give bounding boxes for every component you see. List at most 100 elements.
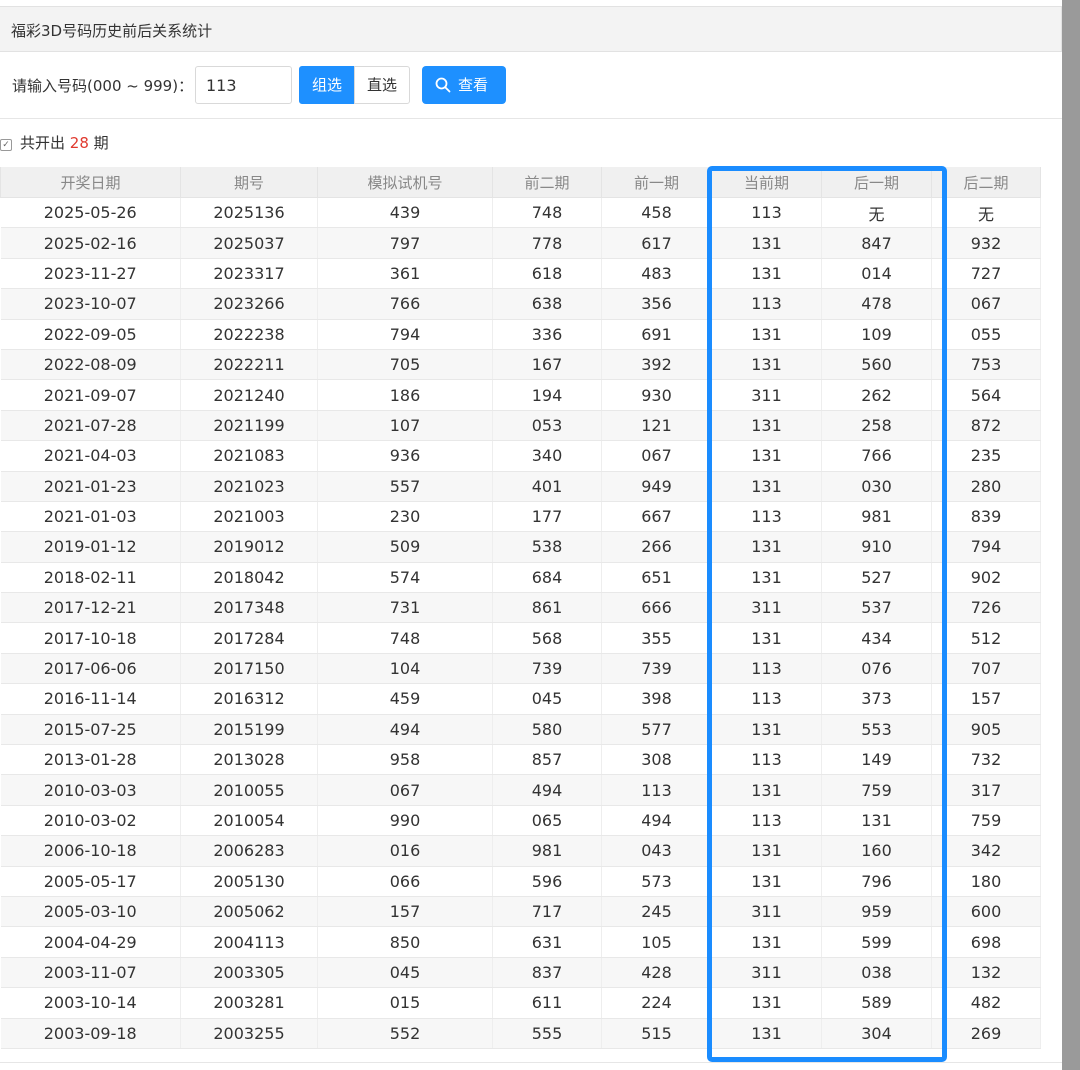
table-cell: 850 xyxy=(317,926,493,958)
table-cell: 无 xyxy=(931,197,1041,229)
table-cell: 766 xyxy=(317,288,493,320)
table-cell: 2022211 xyxy=(180,349,318,381)
table-cell: 2006-10-18 xyxy=(0,835,181,867)
table-cell: 2003305 xyxy=(180,957,318,989)
table-row: 2006-10-18 2006283 016 981 043 131 160 342 xyxy=(0,835,1041,867)
table-cell: 600 xyxy=(931,896,1041,928)
table-cell: 131 xyxy=(821,805,932,837)
table-cell: 564 xyxy=(931,379,1041,411)
table-cell: 2003281 xyxy=(180,987,318,1019)
table-cell: 157 xyxy=(931,683,1041,715)
table-cell: 2004113 xyxy=(180,926,318,958)
table-cell: 981 xyxy=(821,501,932,533)
table-cell: 2022-09-05 xyxy=(0,319,181,350)
table-cell: 577 xyxy=(601,714,712,746)
table-row: 2015-07-25 2015199 494 580 577 131 553 905 xyxy=(0,714,1041,746)
table-cell: 2003-10-14 xyxy=(0,987,181,1019)
column-header[interactable]: 模拟试机号 xyxy=(317,167,493,198)
column-header[interactable]: 前二期 xyxy=(492,167,602,198)
table-cell: 131 xyxy=(711,531,822,563)
table-row: 2003-10-14 2003281 015 611 224 131 589 482 xyxy=(0,987,1041,1019)
table-cell: 076 xyxy=(821,653,932,685)
table-cell: 356 xyxy=(601,288,712,320)
column-header[interactable]: 开奖日期 xyxy=(0,167,181,198)
table-cell: 055 xyxy=(931,319,1041,350)
table-cell: 373 xyxy=(821,683,932,715)
table-row: 2021-01-23 2021023 557 401 949 131 030 280 xyxy=(0,471,1041,502)
table-cell: 932 xyxy=(931,227,1041,259)
table-cell: 2013028 xyxy=(180,744,318,776)
column-header[interactable]: 前一期 xyxy=(601,167,712,198)
table-cell: 959 xyxy=(821,896,932,928)
table-cell: 739 xyxy=(601,653,712,685)
table-cell: 2017-06-06 xyxy=(0,653,181,685)
table-cell: 177 xyxy=(492,501,602,533)
table-cell: 043 xyxy=(601,835,712,867)
column-header[interactable]: 后一期 xyxy=(821,167,932,198)
table-header-row: 开奖日期 期号 模拟试机号 前二期 前一期 当前期 后一期 后二期 xyxy=(0,167,1041,198)
table-cell: 2025-05-26 xyxy=(0,197,181,229)
table-cell: 732 xyxy=(931,744,1041,776)
table-cell: 065 xyxy=(492,805,602,837)
column-header[interactable]: 当前期 xyxy=(711,167,822,198)
table-row: 2022-08-09 2022211 705 167 392 131 560 753 xyxy=(0,349,1041,381)
table-cell: 131 xyxy=(711,774,822,806)
table-cell: 739 xyxy=(492,653,602,685)
table-cell: 910 xyxy=(821,531,932,563)
table-cell: 573 xyxy=(601,866,712,897)
table-row: 2021-09-07 2021240 186 194 930 311 262 564 xyxy=(0,379,1041,411)
table-cell: 067 xyxy=(317,774,493,806)
table-cell: 766 xyxy=(821,440,932,472)
table-cell: 2005130 xyxy=(180,866,318,897)
table-cell: 2010054 xyxy=(180,805,318,837)
table-cell: 705 xyxy=(317,349,493,381)
table-cell: 981 xyxy=(492,835,602,867)
number-input[interactable] xyxy=(195,66,292,104)
table-cell: 131 xyxy=(711,714,822,746)
table-cell: 398 xyxy=(601,683,712,715)
table-cell: 2016312 xyxy=(180,683,318,715)
summary-suffix: 期 xyxy=(93,134,109,152)
table-cell: 2021-01-23 xyxy=(0,471,181,502)
table-cell: 113 xyxy=(711,653,822,685)
table-row: 2021-04-03 2021083 936 340 067 131 766 235 xyxy=(0,440,1041,472)
table-cell: 494 xyxy=(317,714,493,746)
table-cell: 194 xyxy=(492,379,602,411)
table-cell: 149 xyxy=(821,744,932,776)
table-row: 2019-01-12 2019012 509 538 266 131 910 794 xyxy=(0,531,1041,563)
column-header[interactable]: 后二期 xyxy=(931,167,1041,198)
panel-header: 福彩3D号码历史前后关系统计 xyxy=(0,6,1062,52)
table-cell: 355 xyxy=(601,622,712,654)
table-cell: 527 xyxy=(821,562,932,594)
table-cell: 717 xyxy=(492,896,602,928)
table-cell: 2025136 xyxy=(180,197,318,229)
table-cell: 2005062 xyxy=(180,896,318,928)
table-cell: 2017150 xyxy=(180,653,318,685)
table-cell: 131 xyxy=(711,319,822,350)
column-header[interactable]: 期号 xyxy=(180,167,318,198)
table-cell: 2021240 xyxy=(180,379,318,411)
table-cell: 113 xyxy=(601,774,712,806)
number-input-label: 请输入号码(000 ~ 999)： xyxy=(12,77,194,95)
table-cell: 667 xyxy=(601,501,712,533)
mode-group-button[interactable]: 组选 xyxy=(299,66,355,104)
table-cell: 045 xyxy=(492,683,602,715)
table-cell: 113 xyxy=(711,683,822,715)
table-cell: 262 xyxy=(821,379,932,411)
table-cell: 568 xyxy=(492,622,602,654)
table-cell: 617 xyxy=(601,227,712,259)
table-cell: 2021003 xyxy=(180,501,318,533)
mode-direct-button[interactable]: 直选 xyxy=(354,66,410,104)
table-cell: 434 xyxy=(821,622,932,654)
table-cell: 560 xyxy=(821,349,932,381)
view-button[interactable]: 查看 xyxy=(422,66,506,104)
scrollbar[interactable] xyxy=(1062,0,1080,1070)
table-cell: 599 xyxy=(821,926,932,958)
table-cell: 131 xyxy=(711,987,822,1019)
history-table-container: 开奖日期 期号 模拟试机号 前二期 前一期 当前期 后一期 后二期 2025-05-26 202… xyxy=(0,167,1062,1049)
table-cell: 2016-11-14 xyxy=(0,683,181,715)
table-cell: 269 xyxy=(931,1018,1041,1049)
table-cell: 2015199 xyxy=(180,714,318,746)
table-cell: 015 xyxy=(317,987,493,1019)
table-row: 2013-01-28 2013028 958 857 308 113 149 732 xyxy=(0,744,1041,776)
